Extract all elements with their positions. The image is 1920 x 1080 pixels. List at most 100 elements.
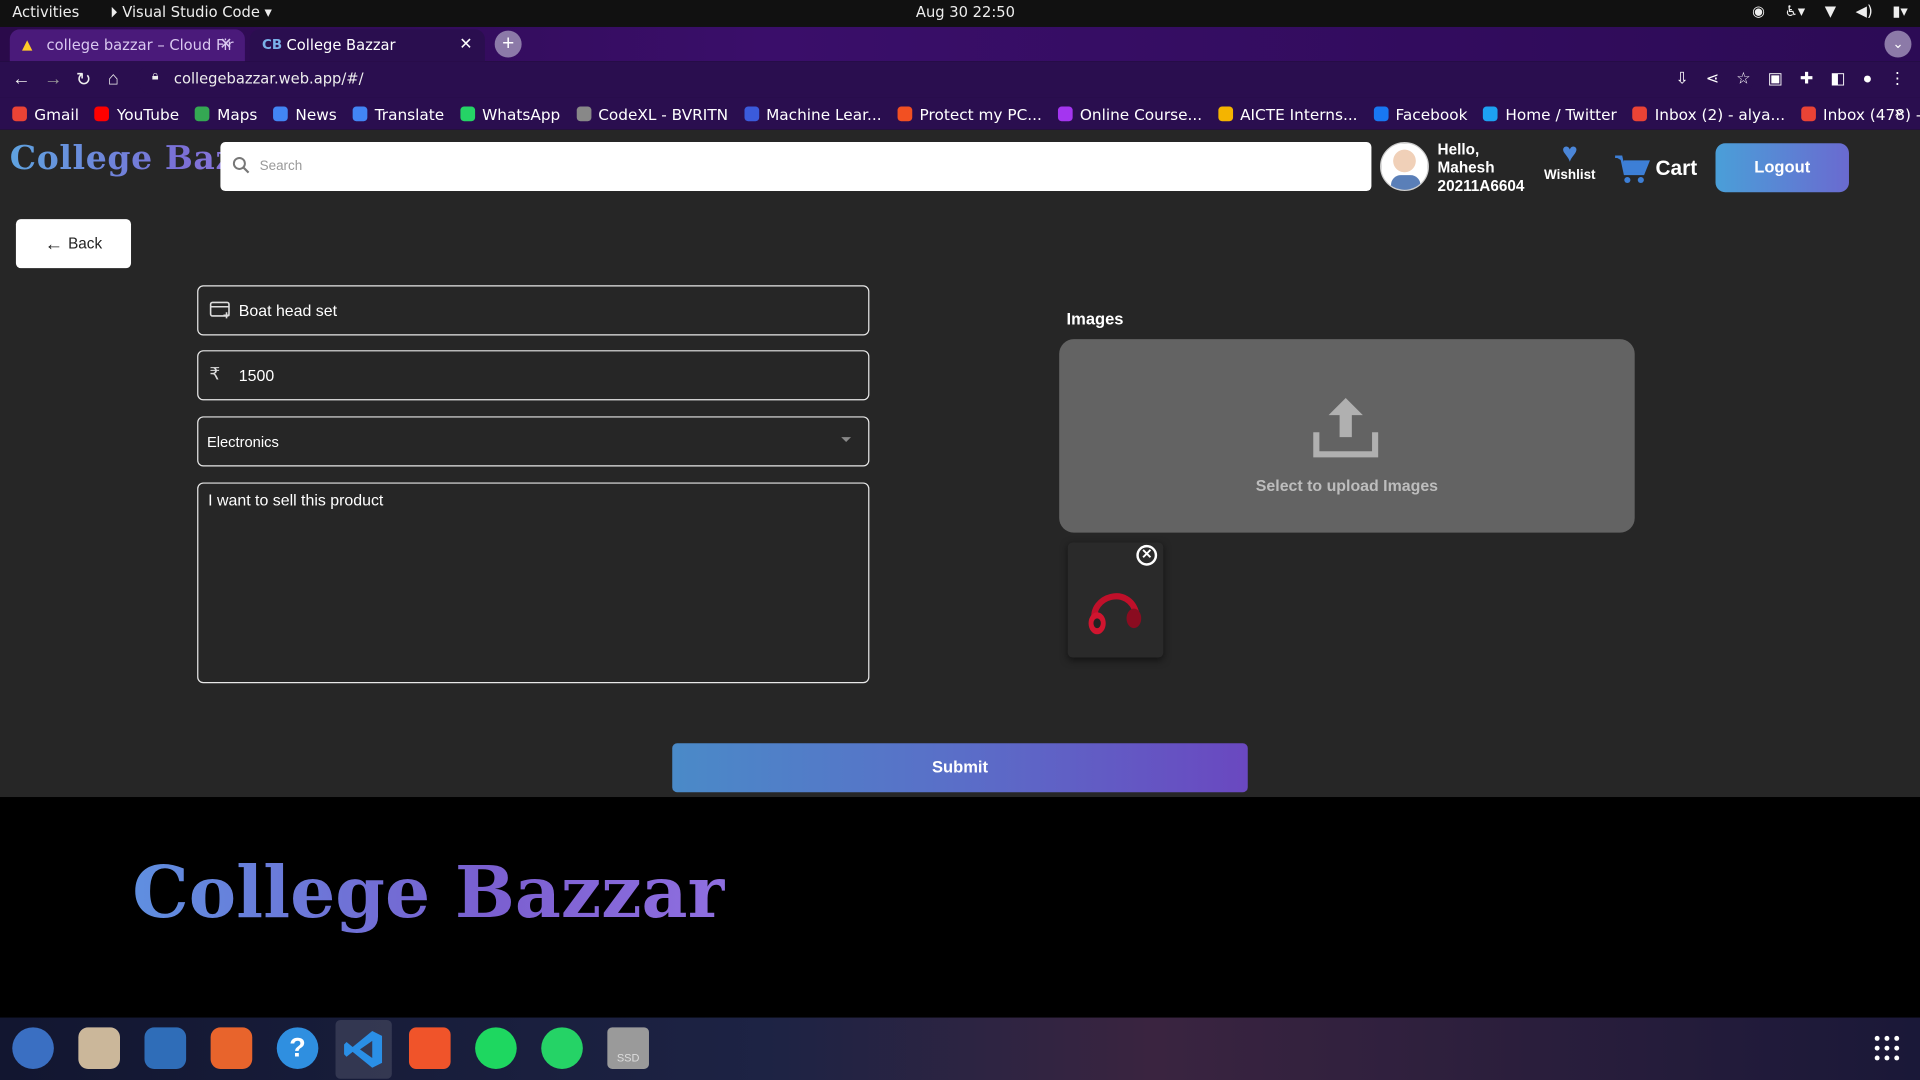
app-menu[interactable]: ⏵ Visual Studio Code ▾ xyxy=(110,4,272,22)
puzzle-icon[interactable]: ✚ xyxy=(1800,69,1813,89)
close-icon[interactable]: ✕ xyxy=(459,36,472,54)
wishlist-button[interactable]: ♥ Wishlist xyxy=(1543,137,1597,183)
system-tray[interactable]: ◉ ♿▾ ▼ ◀) ▮▾ xyxy=(1752,2,1908,19)
new-tab-button[interactable]: + xyxy=(494,30,522,58)
cart-label: Cart xyxy=(1655,156,1698,181)
greeting-roll: 20211A6604 xyxy=(1437,177,1525,195)
bookmark-label: Protect my PC... xyxy=(919,104,1042,124)
system-top-bar: Activities ⏵ Visual Studio Code ▾ Aug 30… xyxy=(0,0,1920,27)
back-button[interactable]: ← Back xyxy=(15,219,132,269)
bookmark-item[interactable]: Inbox (2) - alya... xyxy=(1632,104,1786,124)
home-icon[interactable]: ⌂ xyxy=(108,69,119,90)
bookmark-label: AICTE Interns... xyxy=(1240,104,1358,124)
software-store-icon[interactable] xyxy=(210,1027,253,1069)
show-apps-icon[interactable] xyxy=(1873,1035,1900,1062)
star-icon[interactable]: ☆ xyxy=(1736,69,1750,89)
clock[interactable]: Aug 30 22:50 xyxy=(916,4,1015,21)
sidepanel-icon[interactable]: ◧ xyxy=(1830,69,1845,89)
text-editor-icon[interactable] xyxy=(144,1027,187,1069)
bookmark-label: Inbox (2) - alya... xyxy=(1654,104,1786,124)
cart-button[interactable]: Cart xyxy=(1614,152,1697,186)
bookmark-label: CodeXL - BVRITN xyxy=(598,104,729,124)
description-value: I want to sell this product xyxy=(208,491,384,510)
activities-button[interactable]: Activities xyxy=(12,4,79,21)
category-select[interactable]: Electronics xyxy=(197,416,870,467)
bookmark-item[interactable]: Gmail xyxy=(12,105,79,123)
price-field[interactable]: ₹ 1500 xyxy=(197,350,870,401)
browser-tab-firebase[interactable]: ▲ college bazzar – Cloud Fir ✕ xyxy=(9,29,245,62)
bookmark-favicon-icon xyxy=(94,106,110,122)
card-add-icon xyxy=(209,301,230,319)
bookmark-item[interactable]: Machine Lear... xyxy=(744,105,882,123)
volume-icon[interactable]: ◀) xyxy=(1856,2,1873,19)
avatar[interactable] xyxy=(1380,142,1429,192)
uploaded-image-thumbnail: ✕ xyxy=(1067,542,1164,658)
image-upload-dropzone[interactable]: Select to upload Images xyxy=(1059,339,1635,533)
extension-b-icon[interactable]: ▣ xyxy=(1768,69,1783,89)
bookmark-favicon-icon xyxy=(1483,106,1499,122)
share-icon[interactable]: ⋖ xyxy=(1706,69,1719,89)
files-icon[interactable] xyxy=(78,1027,121,1069)
bookmark-item[interactable]: Home / Twitter xyxy=(1483,105,1617,123)
install-icon[interactable]: ⇩ xyxy=(1675,69,1688,89)
ssd-drive-icon[interactable]: SSD xyxy=(607,1027,649,1069)
bookmark-favicon-icon xyxy=(576,106,591,122)
whatsapp-tray-icon[interactable]: ◉ xyxy=(1752,2,1765,19)
bookmark-item[interactable]: Protect my PC... xyxy=(897,104,1042,124)
whatsapp-icon[interactable] xyxy=(541,1027,583,1069)
description-textarea[interactable]: I want to sell this product xyxy=(197,482,870,684)
thunderbird-icon[interactable] xyxy=(12,1027,54,1069)
bookmark-item[interactable]: Online Course... xyxy=(1057,105,1202,123)
bookmark-favicon-icon xyxy=(195,106,210,122)
browser-tab-college-bazzar[interactable]: CB College Bazzar ✕ xyxy=(249,29,485,62)
address-bar[interactable]: 🔒︎ collegebazzar.web.app/#/ xyxy=(137,64,1754,95)
spotify-icon[interactable] xyxy=(475,1027,517,1069)
vscode-active-indicator[interactable] xyxy=(335,1020,392,1079)
browser-toolbar: ← → ↻ ⌂ 🔒︎ collegebazzar.web.app/#/ ⇩ ⋖ … xyxy=(0,61,1920,98)
menu-kebab-icon[interactable]: ⋮ xyxy=(1889,69,1905,89)
firebase-icon: ▲ xyxy=(22,36,33,53)
arrow-left-icon: ← xyxy=(44,233,64,255)
bookmark-favicon-icon xyxy=(1218,106,1233,122)
bookmark-item[interactable]: Facebook xyxy=(1373,105,1467,123)
bookmark-label: Translate xyxy=(374,104,445,124)
search-input[interactable]: Search xyxy=(220,142,1372,192)
url-text: collegebazzar.web.app/#/ xyxy=(173,69,364,87)
bookmark-item[interactable]: Maps xyxy=(195,105,257,123)
bookmark-favicon-icon xyxy=(12,106,27,122)
close-icon[interactable]: ✕ xyxy=(219,36,232,54)
images-label: Images xyxy=(1066,309,1124,329)
profile-avatar-icon[interactable]: ● xyxy=(1863,69,1873,89)
bookmark-label: Facebook xyxy=(1395,104,1468,124)
accessibility-icon[interactable]: ♿▾ xyxy=(1785,2,1806,19)
bookmark-label: Inbox (478) - al... xyxy=(1823,104,1920,124)
submit-button[interactable]: Submit xyxy=(672,743,1248,793)
help-icon[interactable]: ? xyxy=(276,1027,319,1069)
back-arrow-icon[interactable]: ← xyxy=(12,69,30,90)
bookmarks-bar: Gmail YouTube Maps News Translate WhatsApp Cod… xyxy=(0,97,1920,130)
remove-image-icon[interactable]: ✕ xyxy=(1136,544,1158,566)
wifi-icon[interactable]: ▼ xyxy=(1825,2,1836,19)
heart-icon: ♥ xyxy=(1561,137,1578,168)
bookmark-item[interactable]: WhatsApp xyxy=(460,105,560,123)
greeting-hello: Hello, xyxy=(1437,140,1480,158)
product-name-field[interactable]: Boat head set xyxy=(197,285,870,336)
forward-arrow-icon[interactable]: → xyxy=(44,69,62,90)
cart-icon xyxy=(1615,155,1650,184)
bookmark-item[interactable]: News xyxy=(273,105,337,123)
bookmark-item[interactable]: Translate xyxy=(352,104,445,124)
bookmark-item[interactable]: CodeXL - BVRITN xyxy=(576,105,728,123)
bookmark-favicon-icon xyxy=(1373,106,1389,122)
bookmark-item[interactable]: YouTube xyxy=(94,105,179,123)
bookmark-favicon-icon xyxy=(1632,106,1648,122)
logout-button[interactable]: Logout xyxy=(1715,143,1849,193)
bookmark-item[interactable]: AICTE Interns... xyxy=(1218,105,1358,123)
battery-icon[interactable]: ▮▾ xyxy=(1892,2,1907,19)
dock: ? SSD xyxy=(0,1017,1920,1080)
footer-logo: College Bazzar xyxy=(132,851,726,935)
brave-icon[interactable] xyxy=(408,1027,451,1069)
lock-icon[interactable]: 🔒︎ xyxy=(152,70,159,83)
more-bookmarks-icon[interactable]: » xyxy=(1895,103,1903,120)
reload-icon[interactable]: ↻ xyxy=(76,69,91,91)
tab-search-button[interactable]: ⌄ xyxy=(1884,30,1912,58)
